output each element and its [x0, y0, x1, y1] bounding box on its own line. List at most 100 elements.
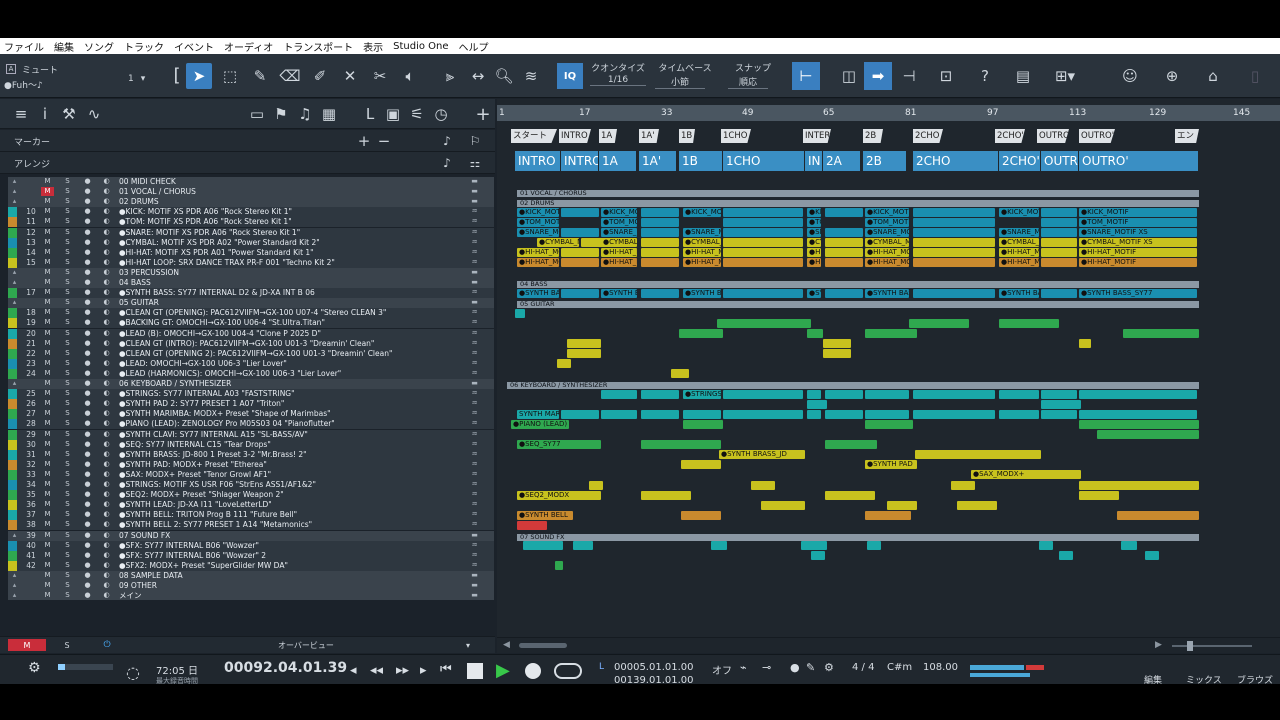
- mute-tool-icon[interactable]: ✕: [337, 63, 363, 89]
- track-solo-button[interactable]: S: [61, 238, 74, 247]
- clip[interactable]: [913, 409, 995, 419]
- return-zero-icon[interactable]: ⏮: [440, 662, 452, 677]
- inspector-icon[interactable]: i: [36, 104, 54, 124]
- track-solo-button[interactable]: S: [61, 399, 74, 408]
- zoom-slider-handle[interactable]: [1187, 641, 1193, 651]
- follow-icon[interactable]: ➡: [864, 62, 892, 90]
- clip[interactable]: [957, 500, 997, 510]
- track-monitor-icon[interactable]: ◐: [100, 460, 113, 469]
- track-record-icon[interactable]: ●: [81, 490, 94, 499]
- metronome-settings-icon[interactable]: ⊡: [933, 63, 959, 89]
- position-display[interactable]: 00092.04.01.39: [224, 660, 347, 676]
- track-row[interactable]: 37 M S ● ◐ ●SYNTH BELL: TRITON Prog B 111 "Fu…: [8, 510, 494, 521]
- track-mute-button[interactable]: M: [41, 217, 54, 226]
- track-monitor-icon[interactable]: ◐: [100, 318, 113, 327]
- track-mute-button[interactable]: M: [41, 228, 54, 237]
- clip[interactable]: [1079, 490, 1119, 500]
- clip[interactable]: [913, 217, 995, 227]
- clip[interactable]: [825, 409, 863, 419]
- menu-event[interactable]: イベント: [174, 39, 214, 54]
- clip[interactable]: [681, 460, 721, 470]
- track-monitor-icon[interactable]: ◐: [100, 288, 113, 297]
- track-row[interactable]: ▴ M S ● ◐ 06 KEYBOARD / SYNTHESIZER ▬: [8, 379, 494, 389]
- arranger-section[interactable]: 1CHO: [723, 151, 805, 171]
- menu-transport[interactable]: トランスポート: [283, 39, 353, 54]
- clip[interactable]: ●HI-HAT_MOTIF: [999, 248, 1039, 258]
- clip[interactable]: ●KICK_MOTIF: [683, 207, 721, 217]
- track-solo-button[interactable]: S: [61, 329, 74, 338]
- stretch-tool-icon[interactable]: ↔: [465, 63, 491, 89]
- marker[interactable]: INTER: [803, 129, 831, 143]
- track-mute-button[interactable]: M: [41, 177, 54, 186]
- track-row[interactable]: 11 M S ● ◐ ●TOM: MOTIF XS PDR A06 "Rock Stere…: [8, 217, 494, 228]
- menu-icon[interactable]: ≡: [10, 104, 32, 124]
- track-record-icon[interactable]: ●: [81, 268, 94, 277]
- arranger-section[interactable]: 2B: [863, 151, 907, 171]
- track-mute-button[interactable]: M: [41, 298, 54, 307]
- track-solo-button[interactable]: S: [61, 298, 74, 307]
- track-solo-button[interactable]: S: [61, 207, 74, 216]
- arrange-note-icon[interactable]: ♪: [438, 154, 456, 172]
- track-monitor-icon[interactable]: ◐: [100, 207, 113, 216]
- clip[interactable]: [683, 409, 721, 419]
- clip[interactable]: ●CYMBAL_MOTIF XS: [537, 238, 579, 248]
- track-solo-button[interactable]: S: [61, 278, 74, 287]
- clip[interactable]: [801, 541, 827, 551]
- track-mute-button[interactable]: M: [41, 379, 54, 388]
- track-solo-button[interactable]: S: [61, 308, 74, 317]
- track-lanes[interactable]: 01 VOCAL / CHORUS 02 DRUMS●KICK_MOTIF ●KIC…: [497, 177, 1280, 599]
- track-monitor-icon[interactable]: ◐: [100, 430, 113, 439]
- timeline-ruler[interactable]: 1 17 33 49 65 81 97 113 129 145: [497, 105, 1280, 121]
- clip[interactable]: ●SEQ2_MODX: [517, 490, 601, 500]
- track-solo-button[interactable]: S: [61, 561, 74, 570]
- track-record-icon[interactable]: ●: [81, 258, 94, 267]
- clip[interactable]: ●KICK_MOTIF: [601, 207, 637, 217]
- track-mute-button[interactable]: M: [41, 551, 54, 560]
- track-record-icon[interactable]: ●: [81, 571, 94, 580]
- metronome-icon[interactable]: ●: [790, 661, 800, 674]
- clip[interactable]: [555, 561, 563, 571]
- clip[interactable]: [825, 238, 863, 248]
- track-record-icon[interactable]: ●: [81, 359, 94, 368]
- scroll-left-icon[interactable]: ◀: [503, 640, 510, 650]
- marker[interactable]: OUTRO': [1079, 129, 1115, 143]
- preroll-icon[interactable]: ⊸: [762, 661, 771, 674]
- clip[interactable]: [561, 228, 599, 237]
- track-record-icon[interactable]: ●: [81, 278, 94, 287]
- folder-expand-icon[interactable]: ▴: [8, 197, 21, 206]
- track-row[interactable]: 25 M S ● ◐ ●STRINGS: SY77 INTERNAL A03 "FASTS…: [8, 389, 494, 400]
- arranger-section[interactable]: 1B: [679, 151, 723, 171]
- track-row[interactable]: ▴ M S ● ◐ メイン ▬: [8, 591, 494, 600]
- clip[interactable]: ●HI-HAT_MOTIF: [517, 248, 559, 258]
- track-monitor-icon[interactable]: ◐: [100, 329, 113, 338]
- track-row[interactable]: 14 M S ● ◐ ●HI-HAT: MOTIF XS PDR A01 "Power S…: [8, 247, 494, 258]
- metronome-tool-icon[interactable]: ✎: [806, 661, 815, 674]
- track-mute-button[interactable]: M: [41, 369, 54, 378]
- help-icon[interactable]: ?: [972, 63, 998, 89]
- track-mute-button[interactable]: M: [41, 359, 54, 368]
- quantize-select[interactable]: 1/16: [590, 75, 646, 86]
- clip[interactable]: [913, 228, 995, 237]
- clip[interactable]: [909, 318, 969, 328]
- track-solo-button[interactable]: S: [61, 349, 74, 358]
- sync-icon[interactable]: ⊕: [1159, 63, 1185, 89]
- track-monitor-icon[interactable]: ◐: [100, 379, 113, 388]
- clip[interactable]: [823, 349, 851, 359]
- track-solo-button[interactable]: S: [61, 500, 74, 509]
- track-monitor-icon[interactable]: ◐: [100, 409, 113, 418]
- clip[interactable]: ●HI-HAT_MOTIF: [601, 248, 637, 258]
- grid-menu-icon[interactable]: ⊞▾: [1048, 63, 1082, 89]
- track-monitor-icon[interactable]: ◐: [100, 510, 113, 519]
- track-mute-button[interactable]: M: [41, 409, 54, 418]
- clip[interactable]: ●HI-HAT_MOTIF: [807, 248, 821, 258]
- folder-expand-icon[interactable]: ▴: [8, 268, 21, 277]
- clip[interactable]: [641, 248, 679, 258]
- track-mute-button[interactable]: M: [41, 238, 54, 247]
- marker[interactable]: 1A: [599, 129, 617, 143]
- track-solo-button[interactable]: S: [61, 197, 74, 206]
- clip[interactable]: ●SYNTH BASS_SY77: [865, 288, 909, 298]
- track-record-icon[interactable]: ●: [81, 409, 94, 418]
- clip[interactable]: [641, 207, 679, 217]
- track-monitor-icon[interactable]: ◐: [100, 268, 113, 277]
- clip[interactable]: [865, 329, 917, 338]
